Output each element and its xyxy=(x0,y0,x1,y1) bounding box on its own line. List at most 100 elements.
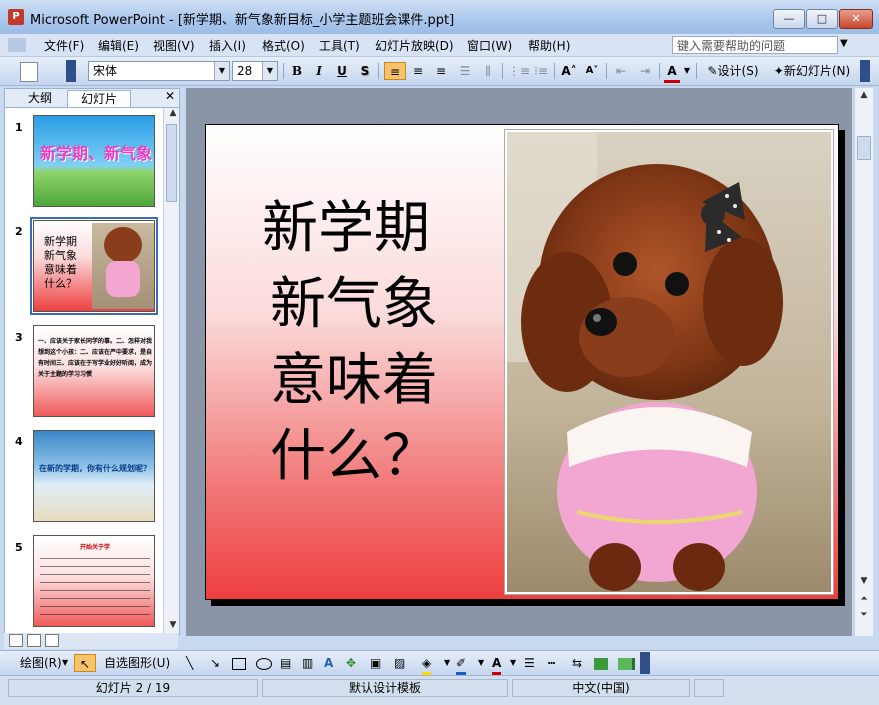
toolbar-handle[interactable] xyxy=(860,60,870,82)
previous-slide-icon[interactable]: ⏶ xyxy=(857,594,871,604)
increase-font-icon[interactable]: A˄ xyxy=(559,62,579,80)
slideshow-view-icon[interactable] xyxy=(45,634,59,647)
minimize-button[interactable]: — xyxy=(773,9,805,29)
clipart-icon[interactable]: ▣ xyxy=(370,654,381,672)
scroll-thumb[interactable] xyxy=(857,136,871,160)
slide-sorter-icon[interactable] xyxy=(27,634,41,647)
3d-style-icon[interactable] xyxy=(618,658,635,670)
diagram-icon[interactable]: ✥ xyxy=(346,654,356,672)
drawing-toolbar: 绘图(R) ▼ ↖ 自选图形(U) ╲ ↘ ▤ ▥ A ✥ ▣ ▨ ◈ ▼ ✐ … xyxy=(0,650,879,676)
wordart-icon[interactable]: A xyxy=(324,654,333,672)
design-button[interactable]: ✎设计(S) xyxy=(703,62,763,80)
toolbar-separator xyxy=(606,63,607,79)
menu-edit[interactable]: 编辑(E) xyxy=(98,37,139,54)
tab-outline[interactable]: 大纲 xyxy=(17,90,63,106)
scroll-down-icon[interactable]: ▼ xyxy=(857,576,871,586)
close-button[interactable]: ✕ xyxy=(839,9,873,29)
menu-format[interactable]: 格式(O) xyxy=(262,37,305,54)
chevron-down-icon[interactable]: ▼ xyxy=(683,62,691,80)
slide-number: 4 xyxy=(15,435,23,448)
chevron-down-icon[interactable]: ▼ xyxy=(510,654,516,672)
numbering-icon[interactable]: ⋮≡ xyxy=(508,62,530,80)
close-icon[interactable]: ✕ xyxy=(165,89,175,103)
align-right-button[interactable]: ≡ xyxy=(431,62,451,80)
chevron-down-icon[interactable]: ▼ xyxy=(214,62,229,80)
vertical-textbox-icon[interactable]: ▥ xyxy=(302,654,313,672)
select-objects-icon[interactable]: ↖ xyxy=(74,654,96,672)
normal-view-icon[interactable] xyxy=(9,634,23,647)
fill-color-icon[interactable]: ◈ xyxy=(422,654,432,675)
main-scrollbar[interactable]: ▲ ▼ ⏶ ⏷ xyxy=(854,88,873,636)
help-question-input[interactable]: 键入需要帮助的问题 xyxy=(672,36,838,54)
current-slide[interactable]: 新学期 新气象 意味着 什么？ xyxy=(205,124,839,600)
align-center-button[interactable]: ≡ xyxy=(408,62,428,80)
menu-file[interactable]: 文件(F) xyxy=(44,37,84,54)
shadow-style-icon[interactable] xyxy=(594,658,608,670)
shadow-button[interactable]: S xyxy=(357,62,373,80)
new-document-icon[interactable] xyxy=(20,62,38,82)
tab-slides[interactable]: 幻灯片 xyxy=(67,90,131,107)
justify-icon[interactable]: ☰ xyxy=(455,62,475,80)
scroll-up-icon[interactable]: ▲ xyxy=(166,108,179,118)
slide-thumbnail-3[interactable]: 一、应该关于家长同学的事。二、怎样对我想到这个小孩：二、应该在严中要求，是自有时… xyxy=(33,325,155,417)
menu-slideshow[interactable]: 幻灯片放映(D) xyxy=(375,37,454,54)
decrease-indent-icon[interactable]: ⇤ xyxy=(611,62,631,80)
slide-thumbnail-5[interactable]: 开始关于学 xyxy=(33,535,155,627)
chevron-down-icon[interactable]: ▼ xyxy=(62,654,68,672)
chevron-down-icon[interactable]: ▼ xyxy=(262,62,277,80)
draw-menu[interactable]: 绘图(R) xyxy=(20,654,62,672)
line-style-icon[interactable]: ☰ xyxy=(524,654,535,672)
decrease-font-icon[interactable]: A˅ xyxy=(582,62,602,80)
scroll-up-icon[interactable]: ▲ xyxy=(857,90,871,100)
powerpoint-app-icon[interactable]: P xyxy=(8,9,24,25)
title-line: 意味着 xyxy=(270,348,438,413)
next-slide-icon[interactable]: ⏷ xyxy=(857,610,871,620)
picture-icon[interactable]: ▨ xyxy=(394,654,405,672)
bullets-icon[interactable]: ⁝≡ xyxy=(531,62,551,80)
textbox-icon[interactable]: ▤ xyxy=(280,654,291,672)
line-icon[interactable]: ╲ xyxy=(186,654,193,672)
menu-tools[interactable]: 工具(T) xyxy=(319,37,360,54)
language-status: 中文(中国) xyxy=(512,679,690,697)
arrow-icon[interactable]: ↘ xyxy=(210,654,220,672)
underline-button[interactable]: U xyxy=(334,62,350,80)
menu-help[interactable]: 帮助(H) xyxy=(528,37,570,54)
chevron-down-icon[interactable]: ▼ xyxy=(478,654,484,672)
scroll-down-icon[interactable]: ▼ xyxy=(166,620,179,630)
toolbar-handle[interactable] xyxy=(66,60,76,82)
puppy-photo[interactable] xyxy=(504,129,834,595)
rectangle-icon[interactable] xyxy=(232,658,246,670)
arrow-style-icon[interactable]: ⇆ xyxy=(572,654,582,672)
vertical-text-icon[interactable]: ⫼ xyxy=(478,62,498,80)
align-left-button[interactable]: ≡ xyxy=(384,62,406,80)
chevron-down-icon[interactable]: ▼ xyxy=(840,38,848,49)
font-size-select[interactable]: 28 ▼ xyxy=(232,61,278,81)
font-name-select[interactable]: 宋体 ▼ xyxy=(88,61,230,81)
slide-thumbnail-1[interactable]: 新学期、新气象 xyxy=(33,115,155,207)
bold-button[interactable]: B xyxy=(289,62,305,80)
toolbar-separator xyxy=(283,63,284,79)
title-line: 新学期 xyxy=(262,196,430,261)
line-color-icon[interactable]: ✐ xyxy=(456,654,467,675)
increase-indent-icon[interactable]: ⇥ xyxy=(635,62,655,80)
autoshapes-menu[interactable]: 自选图形(U) xyxy=(104,654,170,672)
font-color-button[interactable]: A xyxy=(664,62,680,83)
slide-title-text[interactable]: 新学期 新气象 意味着 什么？ xyxy=(262,191,472,495)
oval-icon[interactable] xyxy=(256,658,272,670)
menu-insert[interactable]: 插入(I) xyxy=(209,37,246,54)
menu-window[interactable]: 窗口(W) xyxy=(467,37,512,54)
new-slide-button[interactable]: ✦新幻灯片(N) xyxy=(767,62,857,80)
scroll-thumb[interactable] xyxy=(166,124,177,202)
font-color-icon[interactable]: A xyxy=(492,654,502,675)
design-template-status[interactable]: 默认设计模板 xyxy=(262,679,508,697)
chevron-down-icon[interactable]: ▼ xyxy=(444,654,450,672)
menu-view[interactable]: 视图(V) xyxy=(153,37,195,54)
pane-scrollbar[interactable]: ▲ ▼ xyxy=(163,108,179,634)
document-icon[interactable] xyxy=(8,38,26,52)
toolbar-handle[interactable] xyxy=(640,652,650,674)
maximize-button[interactable]: □ xyxy=(806,9,838,29)
italic-button[interactable]: I xyxy=(311,62,327,80)
slide-thumbnail-2[interactable]: 新学期 新气象 意味着 什么？ xyxy=(33,220,155,312)
dash-style-icon[interactable]: ┅ xyxy=(548,654,555,672)
slide-thumbnail-4[interactable]: 在新的学期，你有什么规划呢？ xyxy=(33,430,155,522)
